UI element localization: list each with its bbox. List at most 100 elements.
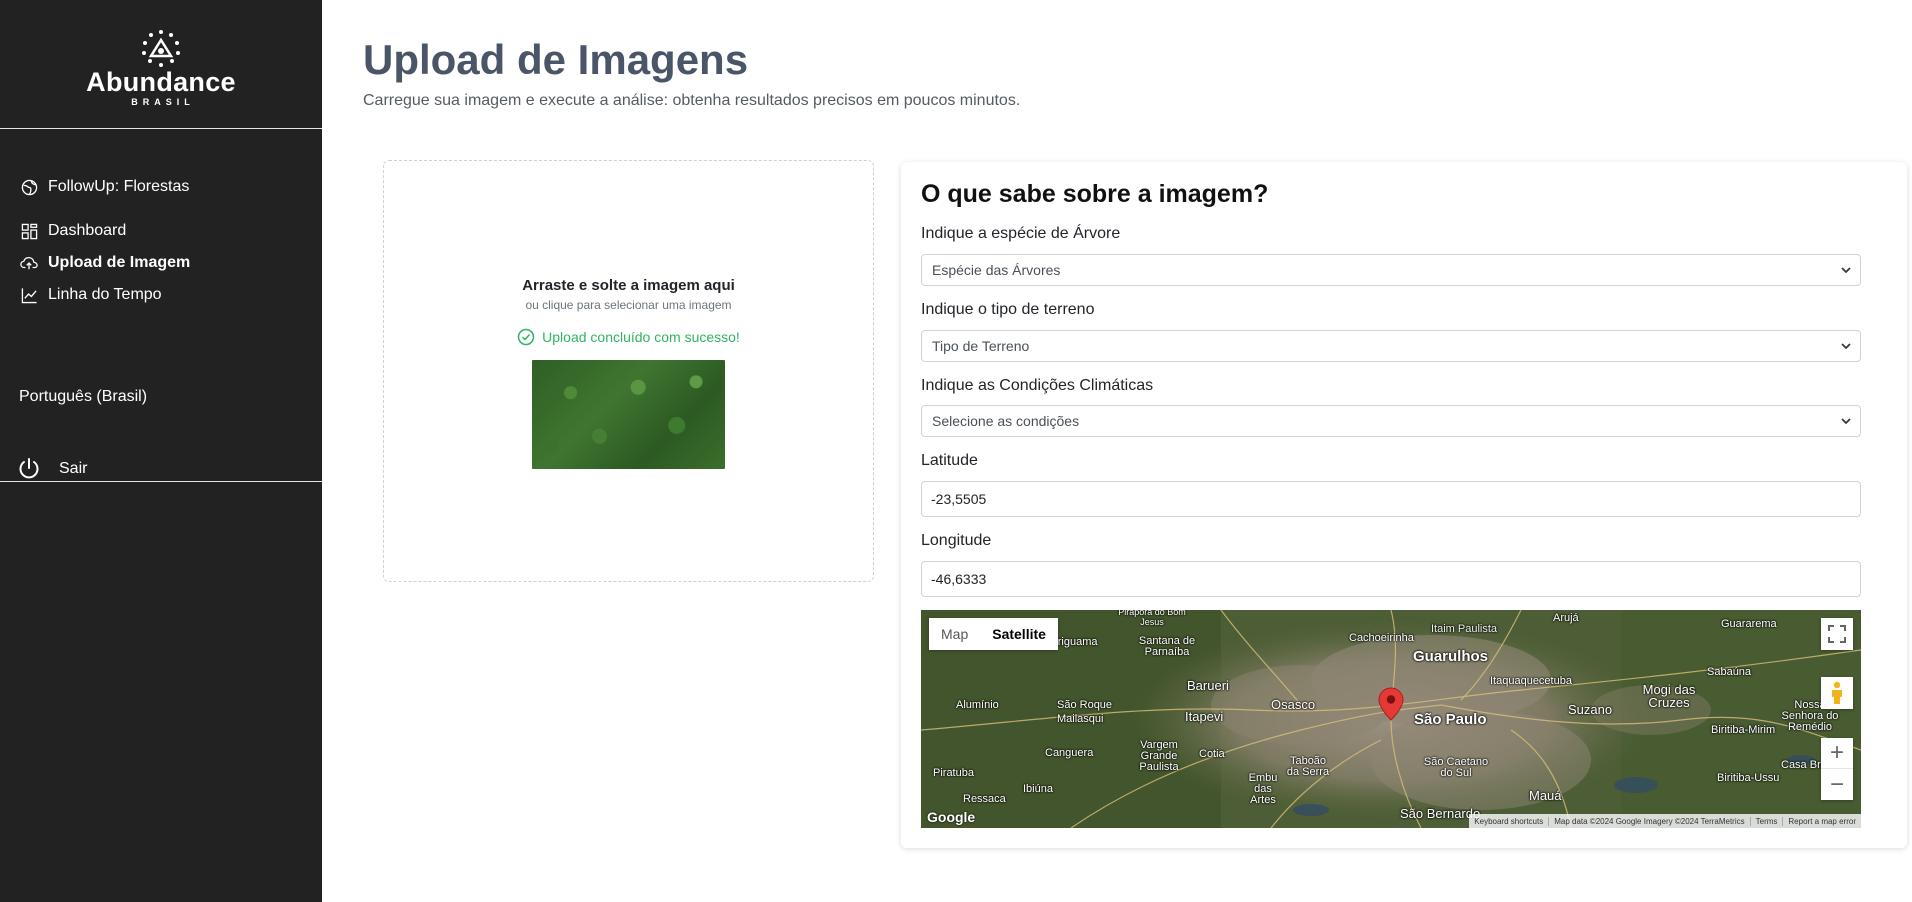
map-type-control: Map Satellite: [929, 618, 1058, 650]
map-place-label: Mailasqui: [1057, 713, 1104, 725]
terms-link[interactable]: Terms: [1749, 816, 1783, 826]
latitude-input[interactable]: -23,5505: [921, 481, 1861, 517]
map-place-label: Cotia: [1199, 748, 1225, 760]
terrain-select-value: Tipo de Terreno: [932, 338, 1030, 354]
logout-label: Sair: [59, 460, 88, 477]
climate-select[interactable]: Selecione as condições: [921, 405, 1861, 437]
globe-leaf-icon: [20, 178, 38, 196]
form-heading: O que sabe sobre a imagem?: [921, 180, 1269, 208]
map-place-label: Piratuba: [933, 767, 974, 779]
upload-success-message: Upload concluído com sucesso!: [384, 328, 873, 346]
power-icon: [17, 457, 41, 481]
map-place-label: Biritiba-Mirim: [1711, 724, 1776, 736]
map-place-label: Biritiba-Ussu: [1717, 772, 1780, 784]
map-place-label: São Bernardo: [1400, 806, 1481, 821]
map-type-satellite-button[interactable]: Satellite: [980, 618, 1058, 650]
map-place-label: Santana de Parnaíba: [1138, 635, 1196, 658]
sidebar-item-label: Dashboard: [48, 222, 127, 239]
check-circle-icon: [517, 328, 535, 346]
terrain-label: Indique o tipo de terreno: [921, 301, 1095, 318]
fullscreen-icon: [1828, 625, 1846, 643]
image-info-form: O que sabe sobre a imagem? Indique a esp…: [901, 162, 1907, 848]
sidebar-item-followup[interactable]: FollowUp: Florestas: [0, 171, 322, 203]
sidebar-item-label: Upload de Imagem: [48, 254, 191, 271]
species-label: Indique a espécie de Árvore: [921, 225, 1121, 242]
keyboard-shortcuts-link[interactable]: Keyboard shortcuts: [1469, 817, 1548, 826]
logo-title: Abundance: [86, 67, 236, 97]
image-dropzone[interactable]: Arraste e solte a imagem aqui ou clique …: [383, 160, 874, 582]
map-place-label: Osasco: [1271, 697, 1316, 712]
chevron-down-icon: [1841, 418, 1851, 425]
map-place-label: Sabaúna: [1707, 666, 1752, 678]
chevron-down-icon: [1841, 343, 1851, 350]
uploaded-image-thumbnail: [532, 360, 725, 469]
map-place-label: Vargem Grande Paulista: [1139, 739, 1179, 773]
map-place-label: Alumínio: [956, 699, 999, 711]
pegman-icon: [1832, 681, 1842, 704]
dropzone-hint: ou clique para selecionar uma imagem: [525, 298, 732, 312]
zoom-control: + −: [1821, 738, 1853, 800]
fullscreen-button[interactable]: [1821, 618, 1853, 650]
map-place-label: Barueri: [1187, 678, 1229, 693]
map-place-label: Arujá: [1553, 612, 1579, 624]
map-place-label: Ibiúna: [1023, 783, 1053, 795]
map-place-label: Taboão da Serra: [1286, 755, 1330, 778]
map-place-label: Mogi das Cruzes: [1642, 682, 1696, 710]
sidebar-item-upload[interactable]: Upload de Imagem: [0, 247, 322, 279]
sidebar-nav: FollowUp: Florestas Dashboard Upload de …: [0, 129, 322, 482]
map-data-credit: Map data ©2024 Google Imagery ©2024 Terr…: [1548, 816, 1749, 826]
zoom-in-button[interactable]: +: [1821, 738, 1853, 769]
longitude-input[interactable]: -46,6333: [921, 561, 1861, 597]
sidebar-item-label: Linha do Tempo: [48, 286, 162, 303]
page-title: Upload de Imagens: [363, 36, 749, 83]
map-place-label: Embu das Artes: [1248, 772, 1278, 806]
map-place-label: Suzano: [1568, 702, 1613, 717]
logo-subtitle: BRASIL: [131, 97, 195, 107]
climate-label: Indique as Condições Climáticas: [921, 377, 1154, 394]
species-select-value: Espécie das Árvores: [932, 262, 1061, 278]
report-error-link[interactable]: Report a map error: [1782, 816, 1861, 826]
street-view-pegman[interactable]: [1821, 677, 1853, 709]
dashboard-grid-icon: [20, 222, 38, 240]
dropzone-title: Arraste e solte a imagem aqui: [522, 277, 735, 294]
map-place-label: Itaquaquecetuba: [1490, 675, 1572, 687]
map-place-label: Cachoeirinha: [1349, 632, 1414, 644]
map-attribution: Keyboard shortcuts Map data ©2024 Google…: [1469, 814, 1861, 828]
map-place-label: Guarulhos: [1413, 648, 1489, 665]
sidebar-item-dashboard[interactable]: Dashboard: [0, 215, 322, 247]
species-select[interactable]: Espécie das Árvores: [921, 254, 1861, 286]
map-place-label: Mauá: [1529, 788, 1562, 803]
sidebar-item-label: FollowUp: Florestas: [48, 178, 190, 195]
longitude-label: Longitude: [921, 532, 992, 549]
map-place-label: Canguera: [1045, 747, 1094, 759]
chevron-down-icon: [1841, 267, 1851, 274]
logo[interactable]: Abundance BRASIL: [0, 0, 322, 129]
main-content: Upload de Imagens Carregue sua imagem e …: [322, 0, 1912, 902]
map-place-label: Itapevi: [1185, 709, 1224, 724]
location-marker-icon[interactable]: [1378, 687, 1404, 721]
map-place-label: Pirapora do Bom Jesus: [1118, 610, 1186, 627]
line-chart-icon: [20, 286, 38, 304]
cloud-upload-icon: [20, 254, 38, 272]
app: Abundance BRASIL FollowUp: Florestas Das…: [0, 0, 1912, 902]
logout-button[interactable]: Sair: [17, 457, 87, 481]
map-place-label: São Paulo: [1414, 711, 1487, 728]
page-subtitle: Carregue sua imagem e execute a análise:…: [363, 92, 1021, 109]
map-type-map-button[interactable]: Map: [929, 618, 981, 650]
terrain-select[interactable]: Tipo de Terreno: [921, 330, 1861, 362]
sidebar: Abundance BRASIL FollowUp: Florestas Das…: [0, 0, 322, 902]
map-place-label: Ressaca: [963, 793, 1006, 805]
language-selector[interactable]: Português (Brasil): [19, 388, 147, 406]
logo-mark-icon: [142, 30, 180, 67]
latitude-label: Latitude: [921, 452, 978, 469]
zoom-out-button[interactable]: −: [1821, 769, 1853, 800]
map-place-label: Itaim Paulista: [1431, 623, 1498, 635]
google-logo[interactable]: Google: [927, 809, 975, 825]
climate-select-value: Selecione as condições: [932, 413, 1080, 429]
map-place-label: São Roque: [1057, 699, 1113, 711]
sidebar-item-timeline[interactable]: Linha do Tempo: [0, 279, 322, 311]
location-map[interactable]: São Paulo Guarulhos Osasco Barueri Itape…: [921, 610, 1861, 828]
map-place-label: São Caetano do Sul: [1423, 756, 1489, 779]
map-place-label: Guararema: [1721, 618, 1777, 630]
upload-success-text: Upload concluído com sucesso!: [542, 329, 740, 345]
